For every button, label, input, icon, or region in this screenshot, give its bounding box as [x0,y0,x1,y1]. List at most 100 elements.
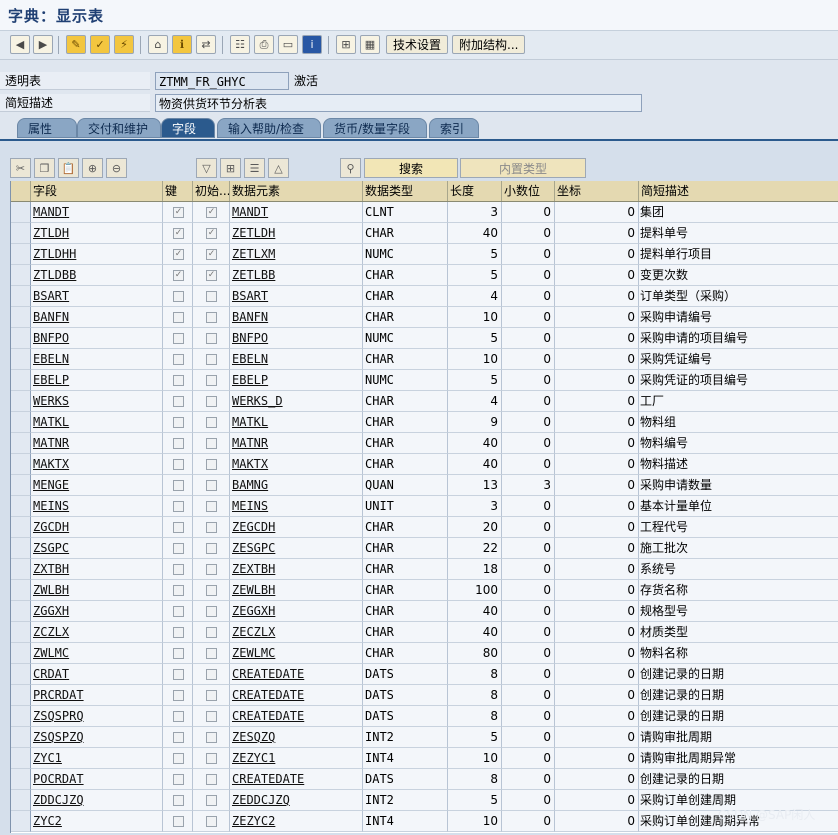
row-selector[interactable] [11,769,31,790]
field-name-cell[interactable]: ZXTBH [31,559,163,580]
back-icon[interactable]: ◀ [10,35,30,54]
row-selector[interactable] [11,328,31,349]
sort-up-icon[interactable]: △ [268,158,289,178]
initial-value-checkbox[interactable] [206,753,217,764]
key-checkbox[interactable] [173,816,184,827]
data-element-cell[interactable]: ZECZLX [230,622,363,643]
initial-value-checkbox[interactable] [206,816,217,827]
key-checkbox[interactable] [173,774,184,785]
row-selector[interactable] [11,685,31,706]
initial-value-checkbox[interactable] [206,396,217,407]
copy-icon[interactable]: ❐ [34,158,55,178]
column-header-length[interactable]: 长度 [448,181,502,201]
initial-value-checkbox[interactable] [206,312,217,323]
key-checkbox[interactable]: ✓ [173,207,184,218]
column-header-decimals[interactable]: 小数位 [502,181,555,201]
initial-value-checkbox[interactable]: ✓ [206,270,217,281]
key-checkbox[interactable] [173,459,184,470]
key-checkbox[interactable] [173,795,184,806]
key-checkbox[interactable] [173,354,184,365]
row-selector[interactable] [11,727,31,748]
key-checkbox[interactable] [173,648,184,659]
row-selector[interactable] [11,748,31,769]
row-selector[interactable] [11,286,31,307]
builtin-type-button[interactable]: 内置类型 [460,158,586,178]
column-header-key[interactable]: 键 [163,181,193,201]
key-checkbox[interactable] [173,333,184,344]
help-info-icon[interactable]: i [302,35,322,54]
initial-value-checkbox[interactable] [206,501,217,512]
key-checkbox[interactable] [173,606,184,617]
column-header-coordinate[interactable]: 坐标 [555,181,639,201]
display-change-icon[interactable]: ✎ [66,35,86,54]
table-icon[interactable]: ▦ [360,35,380,54]
field-name-cell[interactable]: ZSGPC [31,538,163,559]
data-element-cell[interactable]: MANDT [230,202,363,223]
key-checkbox[interactable] [173,438,184,449]
data-element-cell[interactable]: MATKL [230,412,363,433]
row-selector[interactable] [11,412,31,433]
initial-value-checkbox[interactable] [206,648,217,659]
data-element-cell[interactable]: CREATEDATE [230,685,363,706]
row-selector[interactable] [11,622,31,643]
insert-row-icon[interactable]: ⊕ [82,158,103,178]
initial-value-checkbox[interactable] [206,522,217,533]
key-checkbox[interactable] [173,480,184,491]
initial-value-checkbox[interactable] [206,480,217,491]
initial-value-checkbox[interactable] [206,690,217,701]
field-name-cell[interactable]: ZSQSPRQ [31,706,163,727]
field-name-cell[interactable]: MANDT [31,202,163,223]
initial-value-checkbox[interactable] [206,438,217,449]
row-selector[interactable] [11,391,31,412]
key-checkbox[interactable] [173,396,184,407]
column-header-field[interactable]: 字段 [31,181,163,201]
row-selector[interactable] [11,811,31,832]
key-checkbox[interactable]: ✓ [173,249,184,260]
key-checkbox[interactable] [173,522,184,533]
data-element-cell[interactable]: WERKS_D [230,391,363,412]
key-checkbox[interactable] [173,501,184,512]
data-element-cell[interactable]: ZEXTBH [230,559,363,580]
data-element-cell[interactable]: ZEWLBH [230,580,363,601]
cut-icon[interactable]: ✂ [10,158,31,178]
key-checkbox[interactable] [173,564,184,575]
key-checkbox[interactable]: ✓ [173,270,184,281]
initial-value-checkbox[interactable] [206,732,217,743]
network-icon[interactable]: ☷ [230,35,250,54]
initial-value-checkbox[interactable] [206,375,217,386]
row-selector[interactable] [11,664,31,685]
initial-value-checkbox[interactable] [206,795,217,806]
field-name-cell[interactable]: BANFN [31,307,163,328]
row-selector[interactable] [11,433,31,454]
key-checkbox[interactable] [173,585,184,596]
data-element-cell[interactable]: EBELN [230,349,363,370]
row-selector[interactable] [11,538,31,559]
key-checkbox[interactable] [173,543,184,554]
field-name-cell[interactable]: ZSQSPZQ [31,727,163,748]
field-name-cell[interactable]: CRDAT [31,664,163,685]
key-checkbox[interactable] [173,669,184,680]
key-checkbox[interactable] [173,627,184,638]
field-name-cell[interactable]: ZYC1 [31,748,163,769]
field-name-cell[interactable]: ZDDCJZQ [31,790,163,811]
tab-currency-quantity[interactable]: 货币/数量字段 [323,118,427,138]
initial-value-checkbox[interactable] [206,627,217,638]
initial-value-checkbox[interactable]: ✓ [206,228,217,239]
data-element-cell[interactable]: ZEWLMC [230,643,363,664]
data-element-cell[interactable]: ZETLXM [230,244,363,265]
tab-fields[interactable]: 字段 [161,118,215,138]
delete-row-icon[interactable]: ⊖ [106,158,127,178]
data-element-cell[interactable]: ZESGPC [230,538,363,559]
initial-value-checkbox[interactable] [206,585,217,596]
data-element-cell[interactable]: ZEGGXH [230,601,363,622]
data-element-cell[interactable]: BANFN [230,307,363,328]
field-name-cell[interactable]: PRCRDAT [31,685,163,706]
structure-icon[interactable]: ⊞ [336,35,356,54]
row-selector[interactable] [11,223,31,244]
row-selector[interactable] [11,580,31,601]
data-element-cell[interactable]: CREATEDATE [230,769,363,790]
row-selector[interactable] [11,370,31,391]
key-checkbox[interactable] [173,291,184,302]
key-checkbox[interactable] [173,732,184,743]
data-element-cell[interactable]: ZEGCDH [230,517,363,538]
